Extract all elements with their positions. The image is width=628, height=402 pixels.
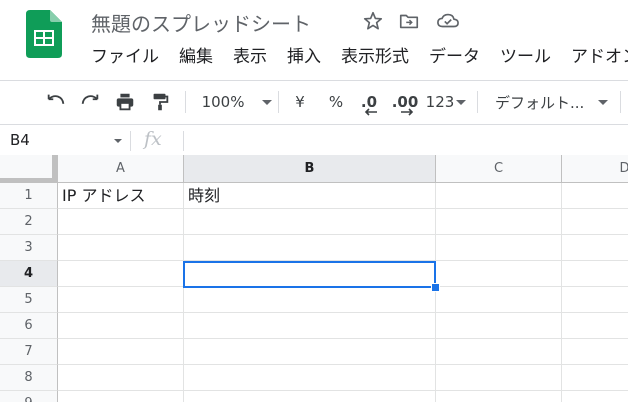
name-box[interactable]: B4 (10, 131, 30, 149)
star-icon[interactable] (362, 10, 384, 32)
freeze-row-handle[interactable] (0, 178, 57, 182)
cell-a5[interactable] (58, 287, 184, 313)
toolbar-divider (620, 91, 621, 113)
menu-edit[interactable]: 編集 (169, 44, 223, 70)
row-header-4[interactable]: 4 (0, 261, 58, 287)
cell-b3[interactable] (184, 235, 436, 261)
toolbar-divider (477, 91, 478, 113)
more-formats-select[interactable]: 123 (425, 81, 467, 123)
fill-handle[interactable] (431, 283, 440, 292)
menu-insert[interactable]: 挿入 (277, 44, 331, 70)
menu-tools[interactable]: ツール (490, 44, 561, 70)
cell-a7[interactable] (58, 339, 184, 365)
app-header: 無題のスプレッドシート ファイル 編集 表示 挿入 表示形式 データ ツール ア… (0, 0, 628, 80)
fx-icon: fx (144, 128, 162, 150)
zoom-value: 100% (201, 93, 245, 111)
menu-addons[interactable]: アドオン (561, 44, 628, 70)
more-formats-label: 123 (425, 93, 455, 111)
cell-d1[interactable] (562, 183, 628, 209)
spreadsheet-grid: A B C D 1 2 3 4 5 6 7 8 9 IP アドレス 時刻 (0, 155, 628, 402)
toolbar-divider (185, 91, 186, 113)
row-header-8[interactable]: 8 (0, 365, 58, 391)
cell-a8[interactable] (58, 365, 184, 391)
column-header-d[interactable]: D (562, 155, 628, 183)
menu-file[interactable]: ファイル (81, 44, 169, 70)
cell-d5[interactable] (562, 287, 628, 313)
increase-decimal-button[interactable]: .00 (392, 81, 418, 123)
cell-b6[interactable] (184, 313, 436, 339)
zoom-select[interactable]: 100% (201, 81, 273, 123)
cell-b1[interactable]: 時刻 (184, 183, 436, 209)
cell-b4[interactable] (184, 261, 436, 287)
font-value: デフォルト... (495, 93, 585, 112)
chevron-down-icon (598, 99, 609, 105)
cell-a2[interactable] (58, 209, 184, 235)
cell-c8[interactable] (436, 365, 562, 391)
arrow-left-icon (364, 108, 377, 116)
cell-b5[interactable] (184, 287, 436, 313)
undo-icon[interactable] (44, 81, 68, 123)
redo-icon[interactable] (78, 81, 102, 123)
chevron-down-icon (262, 99, 273, 105)
cell-b2[interactable] (184, 209, 436, 235)
percent-format-button[interactable]: % (326, 81, 346, 123)
font-select[interactable]: デフォルト... (495, 81, 609, 123)
formula-divider (130, 131, 131, 151)
column-header-b[interactable]: B (184, 155, 436, 183)
currency-format-button[interactable]: ¥ (290, 81, 310, 123)
column-header-c[interactable]: C (436, 155, 562, 183)
cell-d8[interactable] (562, 365, 628, 391)
cell-c4[interactable] (436, 261, 562, 287)
cloud-saved-icon[interactable] (436, 10, 459, 32)
cell-d2[interactable] (562, 209, 628, 235)
row-header-3[interactable]: 3 (0, 235, 58, 261)
cell-a1[interactable]: IP アドレス (58, 183, 184, 209)
cell-d9[interactable] (562, 391, 628, 402)
cell-c2[interactable] (436, 209, 562, 235)
cell-b8[interactable] (184, 365, 436, 391)
cell-c5[interactable] (436, 287, 562, 313)
cell-d3[interactable] (562, 235, 628, 261)
google-sheets-logo[interactable] (26, 10, 62, 58)
cell-a6[interactable] (58, 313, 184, 339)
menu-data[interactable]: データ (419, 44, 490, 70)
row-header-2[interactable]: 2 (0, 209, 58, 235)
cell-c6[interactable] (436, 313, 562, 339)
chevron-down-icon[interactable] (114, 139, 122, 143)
formula-input[interactable] (190, 129, 620, 151)
menu-format[interactable]: 表示形式 (331, 44, 419, 70)
menu-bar: ファイル 編集 表示 挿入 表示形式 データ ツール アドオン (81, 44, 628, 70)
row-header-1[interactable]: 1 (0, 183, 58, 209)
cell-c7[interactable] (436, 339, 562, 365)
toolbar-divider (278, 91, 279, 113)
cell-d4[interactable] (562, 261, 628, 287)
row-header-6[interactable]: 6 (0, 313, 58, 339)
row-header-5[interactable]: 5 (0, 287, 58, 313)
move-to-folder-icon[interactable] (398, 10, 420, 32)
formula-bar: B4 fx (0, 124, 628, 155)
cell-a4[interactable] (58, 261, 184, 287)
cell-c3[interactable] (436, 235, 562, 261)
menu-view[interactable]: 表示 (223, 44, 277, 70)
cell-c9[interactable] (436, 391, 562, 402)
decrease-decimal-button[interactable]: .0 (358, 81, 380, 123)
cell-b9[interactable] (184, 391, 436, 402)
cell-d6[interactable] (562, 313, 628, 339)
column-header-a[interactable]: A (58, 155, 184, 183)
cell-d7[interactable] (562, 339, 628, 365)
formula-divider (183, 131, 184, 151)
chevron-down-icon (456, 99, 467, 105)
document-title[interactable]: 無題のスプレッドシート (91, 8, 311, 37)
row-header-9[interactable]: 9 (0, 391, 58, 402)
cell-b7[interactable] (184, 339, 436, 365)
cell-a3[interactable] (58, 235, 184, 261)
row-header-7[interactable]: 7 (0, 339, 58, 365)
paint-format-icon[interactable] (148, 81, 172, 123)
print-icon[interactable] (113, 81, 137, 123)
cell-c1[interactable] (436, 183, 562, 209)
cell-a9[interactable] (58, 391, 184, 402)
arrow-right-icon (401, 108, 414, 116)
toolbar: 100% ¥ % .0 .00 123 デフォルト... (0, 81, 628, 123)
